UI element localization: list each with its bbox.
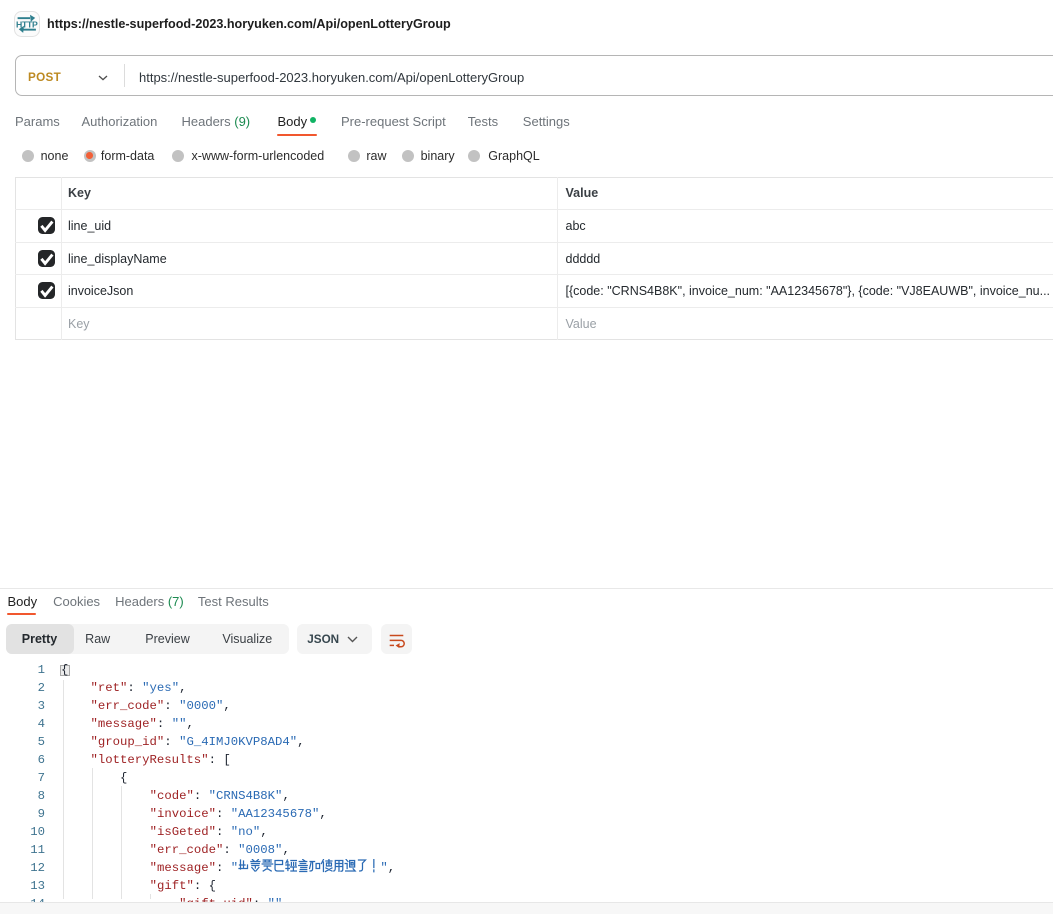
- svg-text:HTTP: HTTP: [16, 20, 38, 30]
